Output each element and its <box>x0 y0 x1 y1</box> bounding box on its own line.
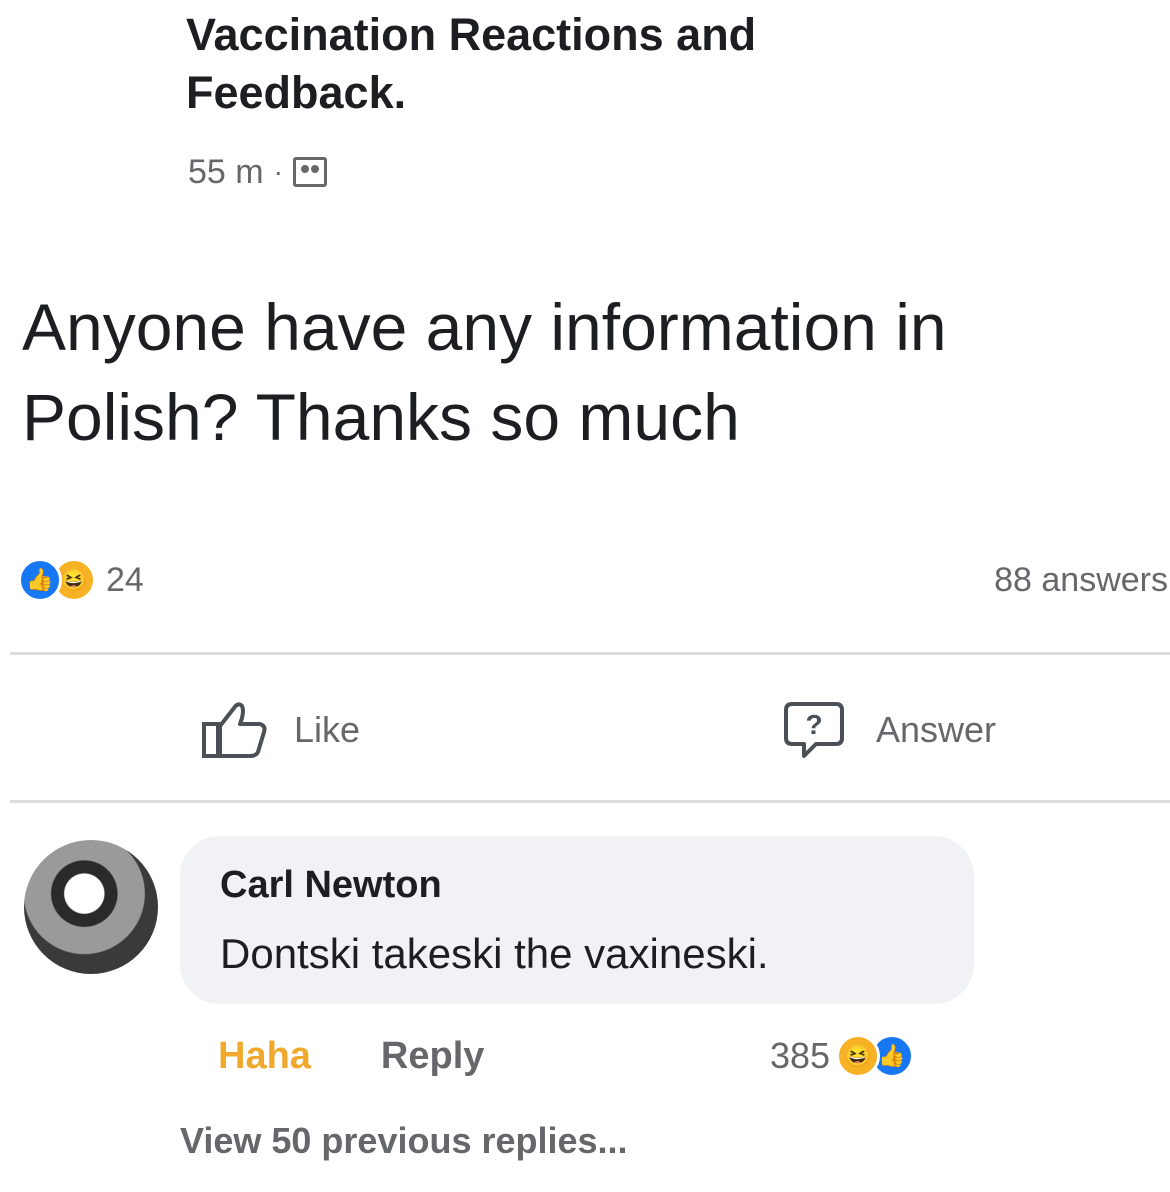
comment-text: Dontski takeski the vaxineski. <box>220 930 769 977</box>
group-icon <box>292 157 327 187</box>
reactions-summary[interactable]: 👍 😆 24 <box>18 556 144 604</box>
divider <box>10 652 1170 655</box>
comment-author[interactable]: Carl Newton <box>220 858 442 912</box>
post-time[interactable]: 55 m <box>188 153 264 192</box>
comment-reactions[interactable]: 385 😆 👍 <box>770 1028 915 1084</box>
view-previous-replies-link[interactable]: View 50 previous replies... <box>180 1116 628 1166</box>
like-reaction-icon: 👍 <box>18 558 62 602</box>
meta-separator: · <box>273 156 283 187</box>
answer-button[interactable]: ? Answer <box>782 700 996 760</box>
post-meta: 55 m · <box>188 150 327 194</box>
comment-reply-button[interactable]: Reply <box>381 1035 484 1078</box>
answers-count[interactable]: 88 answers <box>994 556 1168 604</box>
comment-haha-button[interactable]: Haha <box>218 1035 311 1078</box>
commenter-avatar[interactable] <box>24 840 158 974</box>
like-button[interactable]: Like <box>200 700 360 760</box>
svg-text:?: ? <box>805 709 822 740</box>
answer-button-label: Answer <box>876 709 997 750</box>
question-bubble-icon: ? <box>782 698 846 762</box>
comment-reaction-count: 385 <box>770 1035 831 1076</box>
post-text: Anyone have any information in Polish? T… <box>22 290 947 454</box>
group-title[interactable]: Vaccination Reactions and Feedback. <box>186 6 906 122</box>
like-button-label: Like <box>294 709 361 750</box>
comment-actions: Haha Reply <box>218 1028 484 1084</box>
thumbs-up-icon <box>200 700 270 760</box>
divider <box>10 800 1170 803</box>
haha-reaction-icon: 😆 <box>836 1034 881 1078</box>
reaction-count: 24 <box>106 560 144 599</box>
